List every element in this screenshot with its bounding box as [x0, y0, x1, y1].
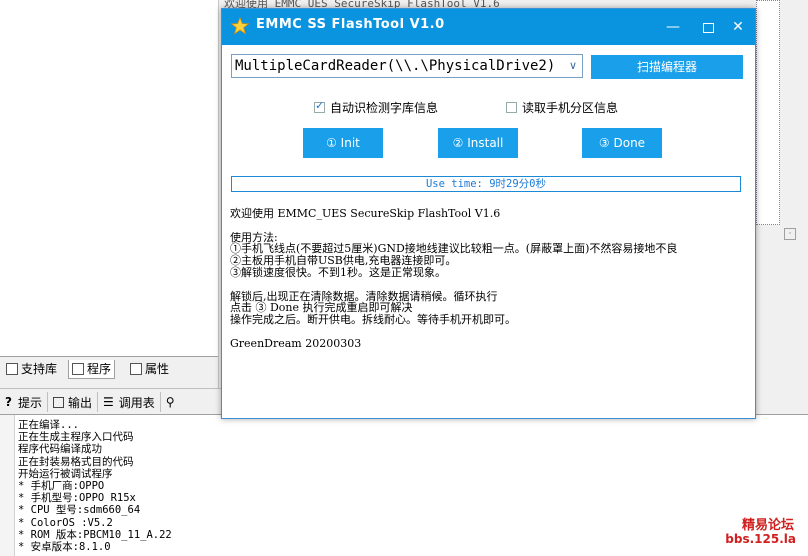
- scan-programmer-button[interactable]: 扫描编程器: [591, 55, 743, 79]
- output-gutter: [0, 415, 15, 556]
- search-button[interactable]: ⚲: [161, 392, 180, 412]
- app-star-icon: [231, 17, 249, 35]
- properties-icon: [130, 363, 142, 375]
- output-line: * 安卓版本:8.1.0: [18, 541, 111, 554]
- maximize-icon: [702, 23, 714, 33]
- tab-label: 属性: [145, 362, 170, 376]
- minimize-icon: —: [666, 19, 680, 35]
- library-tree-pane[interactable]: [0, 0, 219, 356]
- checkbox-checked-icon: [314, 99, 325, 113]
- auto-detect-checkbox[interactable]: 自动识检测字库信息: [314, 99, 438, 116]
- log-line: ③解锁速度很快。不到1秒。这是正常现象。: [230, 265, 446, 279]
- tab-properties[interactable]: 属性: [130, 360, 169, 378]
- output-line: * 手机型号:OPPO R15x: [18, 492, 136, 505]
- done-button[interactable]: ③ Done: [582, 128, 662, 158]
- dialog-titlebar[interactable]: EMMC SS FlashTool V1.0 — ✕: [222, 9, 755, 45]
- tab-program[interactable]: 程序: [68, 360, 116, 379]
- auto-detect-label: 自动识检测字库信息: [330, 101, 439, 115]
- flashtool-dialog: EMMC SS FlashTool V1.0 — ✕ MultipleCardR…: [221, 8, 756, 419]
- watermark-url: bbs.125.la: [725, 532, 796, 546]
- output-lines: 正在编译... 正在生成主程序入口代码 程序代码编译成功 正在封装易格式目的代码 开始运…: [18, 419, 172, 553]
- question-icon: ?: [5, 395, 12, 409]
- tab-label: 程序: [87, 362, 112, 376]
- output-icon: [52, 396, 64, 408]
- library-icon: [6, 363, 18, 375]
- close-button[interactable]: ✕: [728, 17, 748, 37]
- left-pane-tabs: 支持库 程序 属性: [0, 356, 218, 381]
- list-icon: ☰: [103, 395, 114, 409]
- dialog-title: EMMC SS FlashTool V1.0: [256, 17, 445, 32]
- output-line: 正在封装易格式目的代码: [18, 455, 134, 468]
- output-line: * CPU 型号:sdm660_64: [18, 504, 141, 517]
- program-icon: [72, 363, 84, 375]
- chevron-down-icon[interactable]: ∨: [566, 57, 580, 75]
- read-partition-checkbox[interactable]: 读取手机分区信息: [506, 99, 618, 116]
- minimize-button[interactable]: —: [663, 17, 683, 37]
- output-line: * 手机厂商:OPPO: [18, 480, 105, 493]
- device-select[interactable]: MultipleCardReader(\\.\PhysicalDrive2) ∨: [231, 54, 583, 78]
- editor-text-peek: 欢迎使用 EMMC_UES SecureSkip FlashTool V1.6: [224, 0, 500, 8]
- output-toolbar: ? 提示 输出 ☰ 调用表 ⚲: [0, 388, 222, 415]
- instructions-log: 欢迎使用 EMMC_UES SecureSkip FlashTool V1.6 使…: [230, 208, 750, 350]
- output-line: 正在生成主程序入口代码: [18, 431, 134, 444]
- output-line: 程序代码编译成功: [18, 443, 102, 456]
- close-icon: ✕: [732, 19, 744, 35]
- install-button[interactable]: ② Install: [438, 128, 518, 158]
- output-line: * ColorOS :V5.2: [18, 516, 113, 529]
- call-table-button[interactable]: ☰ 调用表: [98, 392, 161, 412]
- watermark-title: 精易论坛: [741, 518, 794, 533]
- device-select-value: MultipleCardReader(\\.\PhysicalDrive2): [235, 58, 556, 74]
- output-button[interactable]: 输出: [48, 392, 98, 412]
- editor-area[interactable]: [756, 0, 780, 225]
- log-line: 欢迎使用 EMMC_UES SecureSkip FlashTool V1.6: [230, 207, 501, 220]
- output-line: 开始运行被调试程序: [18, 467, 113, 480]
- output-panel[interactable]: 正在编译... 正在生成主程序入口代码 程序代码编译成功 正在封装易格式目的代码 开始运…: [0, 414, 808, 556]
- output-line: * ROM 版本:PBCM10_11_A.22: [18, 528, 172, 541]
- tab-label: 支持库: [21, 362, 58, 376]
- hint-button[interactable]: ? 提示: [0, 392, 48, 412]
- log-line: 操作完成之后。断开供电。拆线耐心。等待手机开机即可。: [230, 313, 516, 327]
- elapsed-time-bar: Use time: 9时29分0秒: [231, 176, 741, 192]
- init-button[interactable]: ① Init: [303, 128, 383, 158]
- checkbox-unchecked-icon: [506, 102, 517, 113]
- output-line: 正在编译...: [18, 419, 79, 431]
- editor-marker: ·: [784, 228, 796, 240]
- log-line: GreenDream 20200303: [230, 336, 362, 350]
- maximize-button[interactable]: [698, 17, 718, 37]
- tab-support-library[interactable]: 支持库: [6, 360, 57, 378]
- search-icon: ⚲: [165, 395, 175, 409]
- read-partition-label: 读取手机分区信息: [522, 101, 619, 115]
